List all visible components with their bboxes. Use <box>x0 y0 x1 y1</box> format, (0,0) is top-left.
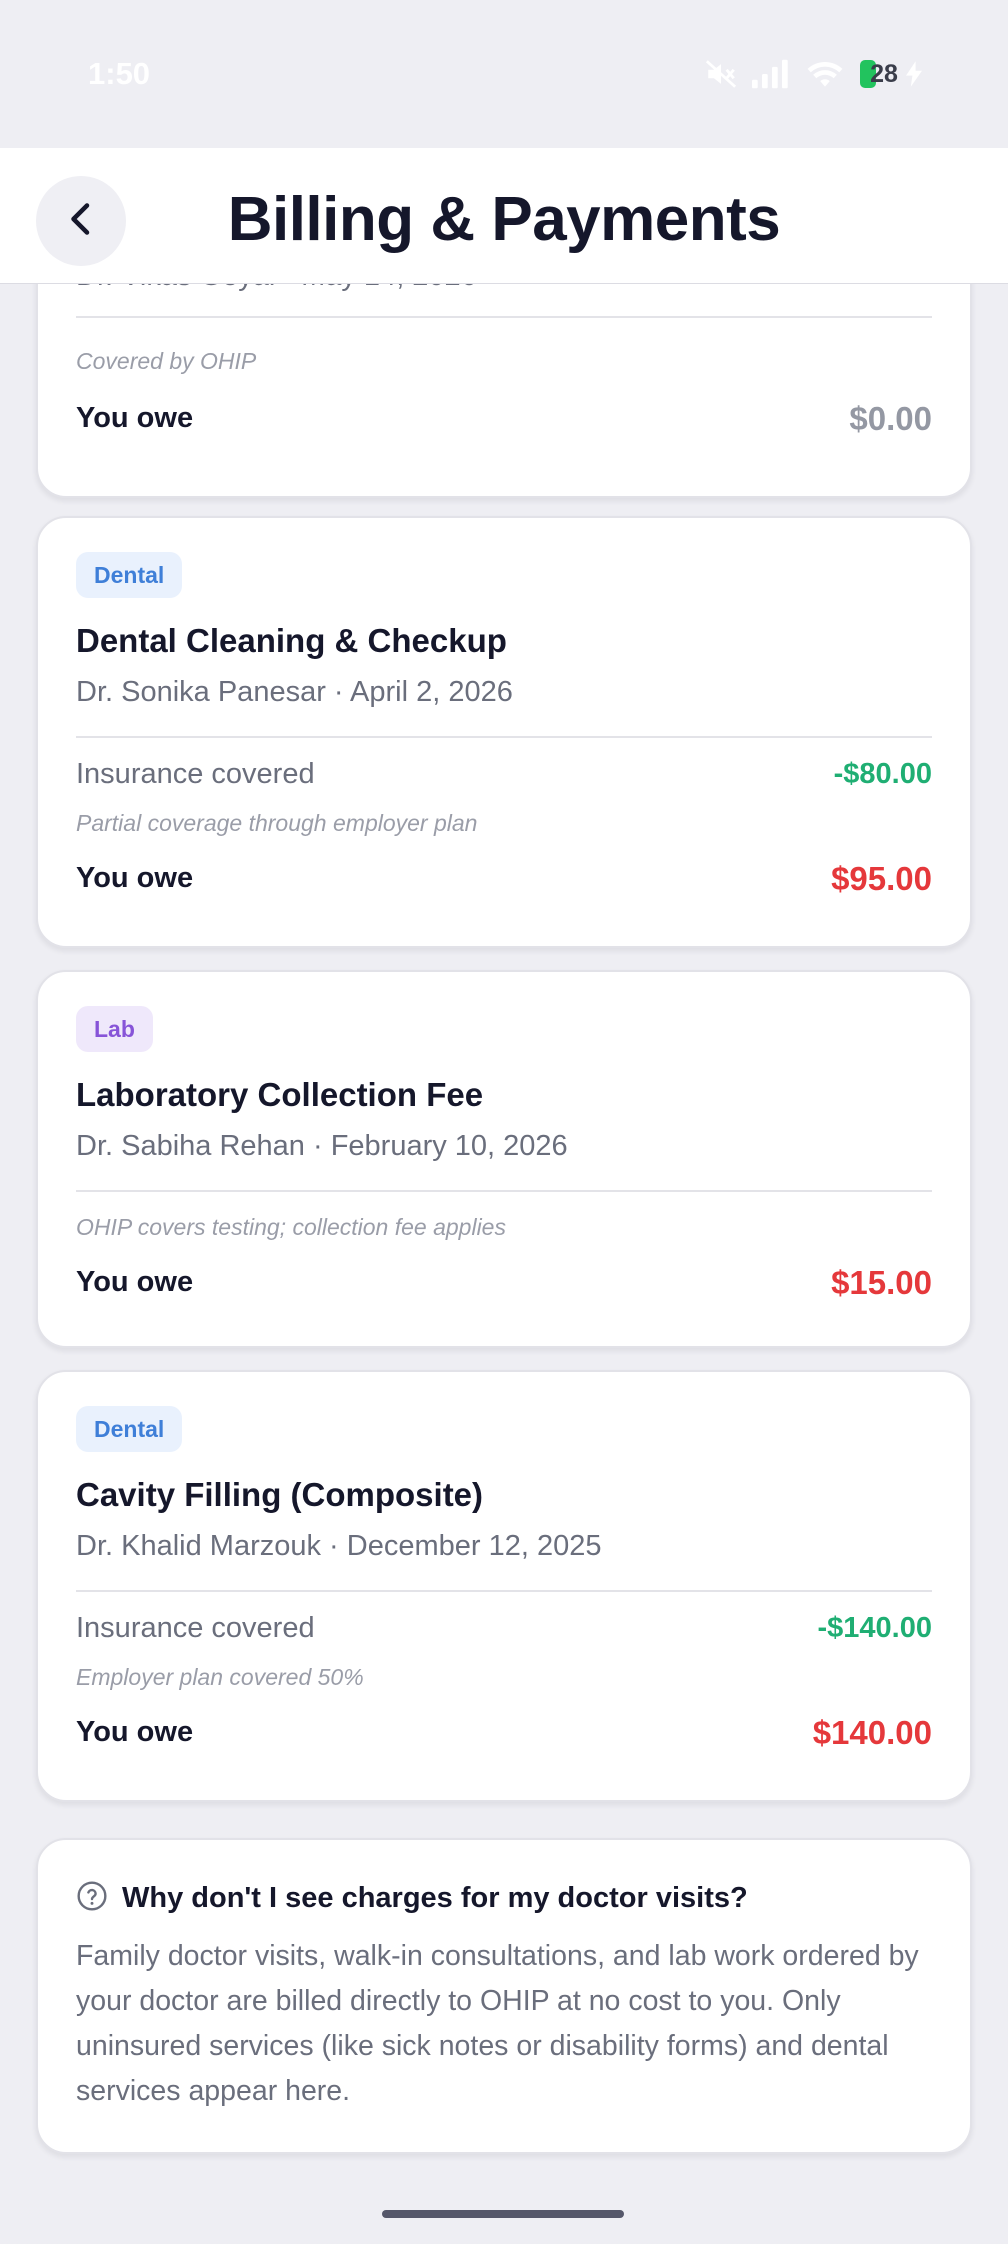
bill-provider-date: Dr. Khalid Marzouk · December 12, 2025 <box>76 1530 602 1562</box>
bill-card[interactable]: Lab Laboratory Collection Fee Dr. Sabiha… <box>36 970 972 1348</box>
battery-level: 28 <box>870 60 898 88</box>
page-title: Billing & Payments <box>227 185 781 254</box>
home-indicator[interactable] <box>382 2210 624 2218</box>
info-header: Why don't I see charges for my doctor vi… <box>76 1880 748 1917</box>
status-time: 1:50 <box>88 56 151 91</box>
insurance-covered-label: Insurance covered <box>76 1612 315 1644</box>
wifi-icon <box>806 59 844 89</box>
insurance-covered-label: Insurance covered <box>76 758 315 790</box>
you-owe-label: You owe <box>76 1716 194 1748</box>
insurance-covered-amount: -$80.00 <box>833 758 932 790</box>
bill-note: OHIP covers testing; collection fee appl… <box>76 1214 506 1240</box>
mute-icon <box>704 57 738 91</box>
info-body: Family doctor visits, walk-in consultati… <box>76 1940 919 2107</box>
you-owe-label: You owe <box>76 862 194 894</box>
bill-title: Cavity Filling (Composite) <box>76 1476 484 1513</box>
you-owe-amount: $95.00 <box>831 860 932 897</box>
bill-note: Employer plan covered 50% <box>76 1664 364 1690</box>
bill-provider-date: Dr. Sonika Panesar · April 2, 2026 <box>76 676 513 708</box>
category-tag: Dental <box>76 1406 183 1452</box>
bill-title: Laboratory Collection Fee <box>76 1076 484 1113</box>
you-owe-amount: $0.00 <box>849 400 932 437</box>
bill-provider-date: Dr. Sabiha Rehan · February 10, 2026 <box>76 1130 568 1162</box>
insurance-covered-amount: -$140.00 <box>817 1612 933 1644</box>
help-circle-icon <box>76 1880 108 1917</box>
charging-bolt-icon <box>906 61 922 87</box>
info-title: Why don't I see charges for my doctor vi… <box>122 1882 748 1914</box>
bill-title: Dental Cleaning & Checkup <box>76 622 507 659</box>
app-header: Billing & Payments <box>0 148 1008 284</box>
divider <box>76 736 932 738</box>
category-tag: Lab <box>76 1006 153 1052</box>
category-tag: Dental <box>76 552 183 598</box>
status-bar: 1:50 28 <box>0 0 1008 148</box>
status-icons: 28 <box>704 56 922 92</box>
bill-provider-date: Dr. Vikas Goyal · May 14, 2026 <box>76 284 477 293</box>
bill-card[interactable]: Dental Dental Cleaning & Checkup Dr. Son… <box>36 516 972 948</box>
billing-screen: 1:50 28 Billing & Payments Covered by OH… <box>0 0 1008 2244</box>
you-owe-label: You owe <box>76 1266 194 1298</box>
bill-card[interactable]: Dr. Vikas Goyal · May 14, 2026 Covered b… <box>36 284 972 498</box>
divider <box>76 1190 932 1192</box>
bill-card[interactable]: Dental Cavity Filling (Composite) Dr. Kh… <box>36 1370 972 1802</box>
bill-note: Covered by OHIP <box>76 348 257 374</box>
you-owe-label: You owe <box>76 402 194 434</box>
divider <box>76 1590 932 1592</box>
billing-list[interactable]: Dr. Vikas Goyal · May 14, 2026 Covered b… <box>0 284 1008 2244</box>
you-owe-amount: $15.00 <box>831 1264 932 1301</box>
info-card: Why don't I see charges for my doctor vi… <box>36 1838 972 2154</box>
battery-icon: 28 <box>858 58 922 90</box>
bill-note: Partial coverage through employer plan <box>76 810 478 836</box>
divider <box>76 316 932 318</box>
signal-icon <box>752 59 792 89</box>
you-owe-amount: $140.00 <box>812 1714 932 1751</box>
